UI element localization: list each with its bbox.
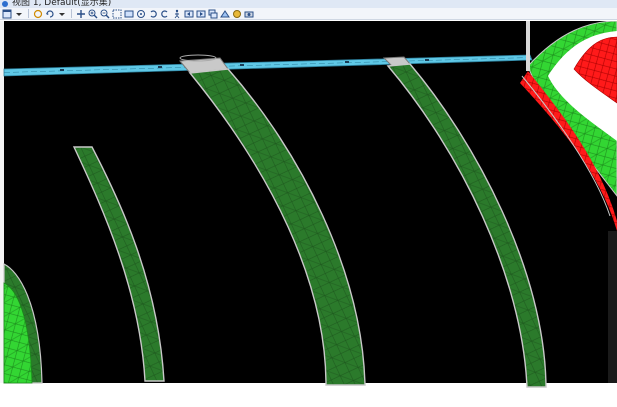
view-toolbar — [0, 8, 617, 20]
viewport-bottom-strip — [0, 383, 617, 407]
toolbar-separator — [71, 9, 72, 18]
undo-view-icon[interactable] — [148, 9, 158, 19]
select-icon[interactable] — [33, 9, 43, 19]
dropdown-icon[interactable] — [14, 9, 24, 19]
fit-view-icon[interactable] — [124, 9, 134, 19]
zoom-window-icon[interactable] — [112, 9, 122, 19]
window-icon[interactable] — [2, 9, 12, 19]
right-edge-strip — [608, 231, 617, 383]
render-icon[interactable] — [220, 9, 230, 19]
walk-icon[interactable] — [172, 9, 182, 19]
pan-icon[interactable] — [76, 9, 86, 19]
road-mesh-render — [0, 21, 617, 407]
3d-view-canvas[interactable] — [0, 21, 617, 407]
app-icon — [2, 1, 8, 7]
camera-icon[interactable] — [244, 9, 254, 19]
zoom-in-icon[interactable] — [88, 9, 98, 19]
rotate-view-icon[interactable] — [136, 9, 146, 19]
view-next-icon[interactable] — [196, 9, 206, 19]
redo-view-icon[interactable] — [160, 9, 170, 19]
pier-column — [526, 21, 530, 71]
dropdown-icon[interactable] — [57, 9, 67, 19]
display-style-icon[interactable] — [232, 9, 242, 19]
toolbar-separator — [28, 9, 29, 18]
view-previous-icon[interactable] — [184, 9, 194, 19]
copy-view-icon[interactable] — [208, 9, 218, 19]
zoom-out-icon[interactable] — [100, 9, 110, 19]
rotate-icon[interactable] — [45, 9, 55, 19]
